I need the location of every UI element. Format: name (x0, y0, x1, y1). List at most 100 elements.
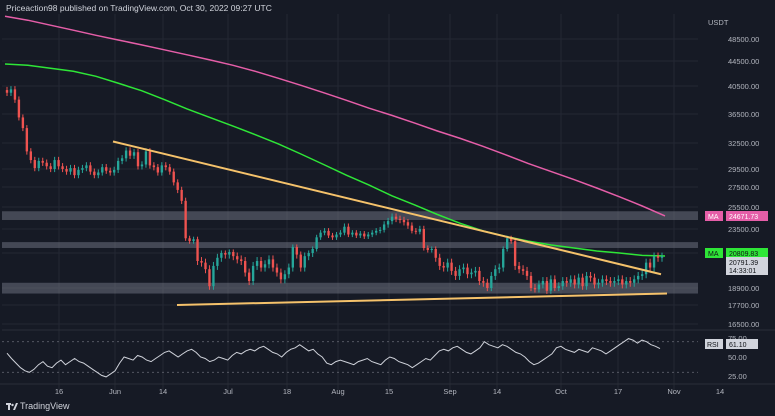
time-tick-label: 15 (385, 387, 393, 396)
candle-70 (283, 274, 287, 280)
candle-137 (549, 279, 553, 291)
candle-78 (315, 237, 318, 249)
candle-113 (454, 270, 457, 276)
candle-63 (255, 261, 259, 266)
candle-58 (236, 256, 239, 260)
candle-150 (601, 279, 604, 283)
price-tick-label: 29500.00 (728, 165, 759, 174)
candle-61 (247, 272, 251, 282)
candle-121 (486, 282, 489, 288)
price-tick-label: 23500.00 (728, 225, 759, 234)
candle-160 (640, 274, 644, 276)
candle-73 (295, 246, 298, 255)
candle-85 (343, 226, 346, 233)
candle-79 (319, 232, 322, 238)
candle-120 (482, 281, 485, 283)
ascending-trendline (176, 292, 668, 306)
candle-27 (112, 169, 116, 173)
zone-0 (2, 211, 698, 220)
ma-fast-tag: MA (708, 251, 719, 258)
candle-157 (629, 281, 632, 283)
candle-158 (633, 279, 636, 283)
candle-7 (33, 160, 36, 169)
candle-74 (299, 254, 302, 268)
candle-110 (442, 265, 445, 268)
candle-33 (136, 152, 140, 167)
candle-18 (77, 169, 80, 176)
price-tick-label: 27500.00 (728, 183, 759, 192)
time-tick-label: 14 (159, 387, 167, 396)
candle-76 (307, 253, 310, 257)
candle-104 (418, 229, 422, 232)
footer: TradingView (6, 401, 70, 411)
candle-130 (521, 269, 525, 271)
candle-11 (49, 166, 52, 169)
candle-100 (402, 219, 406, 223)
price-chart[interactable]: USDT 48500.00 44500.00 40500.00 36500.00 3250… (0, 0, 775, 416)
candle-129 (517, 265, 521, 270)
candle-154 (617, 279, 620, 282)
candle-107 (430, 248, 433, 250)
candle-124 (498, 267, 501, 270)
candle-139 (557, 286, 560, 288)
candle-138 (553, 279, 557, 288)
candle-114 (458, 269, 461, 276)
candle-141 (565, 281, 568, 283)
candle-92 (371, 232, 374, 235)
candle-106 (426, 247, 429, 250)
time-tick-label: 16 (55, 387, 63, 396)
rsi-value: 61.10 (729, 342, 747, 349)
candle-64 (259, 261, 263, 268)
candle-122 (490, 275, 493, 288)
candle-71 (287, 267, 291, 275)
countdown-value: 14:33:01 (729, 268, 756, 275)
time-tick-label: Aug (331, 387, 344, 396)
candle-34 (140, 164, 144, 167)
candle-43 (176, 182, 179, 190)
candle-15 (65, 169, 68, 172)
candle-47 (192, 239, 195, 242)
candle-9 (41, 160, 44, 163)
candle-164 (656, 256, 660, 258)
candle-12 (53, 160, 56, 169)
time-tick-label: Jun (109, 387, 121, 396)
candle-83 (335, 234, 338, 238)
candle-1 (9, 89, 13, 93)
time-tick-label: Oct (555, 387, 568, 396)
candle-111 (446, 262, 449, 268)
time-tick-label: 18 (283, 387, 291, 396)
candle-10 (45, 162, 48, 167)
rsi-line (6, 338, 661, 378)
candle-60 (243, 261, 247, 273)
ma-slow-tag: MA (708, 214, 719, 221)
candle-165 (660, 256, 664, 258)
candle-51 (208, 269, 211, 287)
time-tick-label: 14 (716, 387, 724, 396)
candle-59 (240, 259, 243, 262)
candle-93 (374, 230, 378, 233)
candle-6 (29, 151, 33, 161)
candle-35 (144, 151, 148, 165)
price-tick-label: 16500.00 (728, 320, 759, 329)
candle-155 (621, 279, 624, 285)
candle-0 (5, 90, 9, 93)
time-tick-label: Nov (667, 387, 681, 396)
candle-40 (164, 165, 167, 168)
trendlines (112, 140, 668, 306)
price-tick-label: 44500.00 (728, 57, 759, 66)
candle-98 (394, 216, 398, 219)
candle-105 (422, 229, 426, 248)
candle-54 (220, 253, 223, 258)
candle-80 (323, 230, 326, 233)
candle-159 (636, 275, 640, 280)
candle-45 (184, 200, 187, 239)
price-tick-label: 48500.00 (728, 35, 759, 44)
time-tick-label: Sep (443, 387, 456, 396)
candle-66 (267, 259, 271, 265)
price-tick-label: 40500.00 (728, 82, 759, 91)
candle-29 (120, 158, 124, 161)
candle-145 (581, 277, 584, 287)
candle-39 (160, 165, 164, 173)
time-axis[interactable]: 16 Jun 14 Jul 18 Aug 15 Sep 14 Oct 17 Nov 14 (0, 383, 775, 396)
candle-24 (101, 167, 104, 173)
